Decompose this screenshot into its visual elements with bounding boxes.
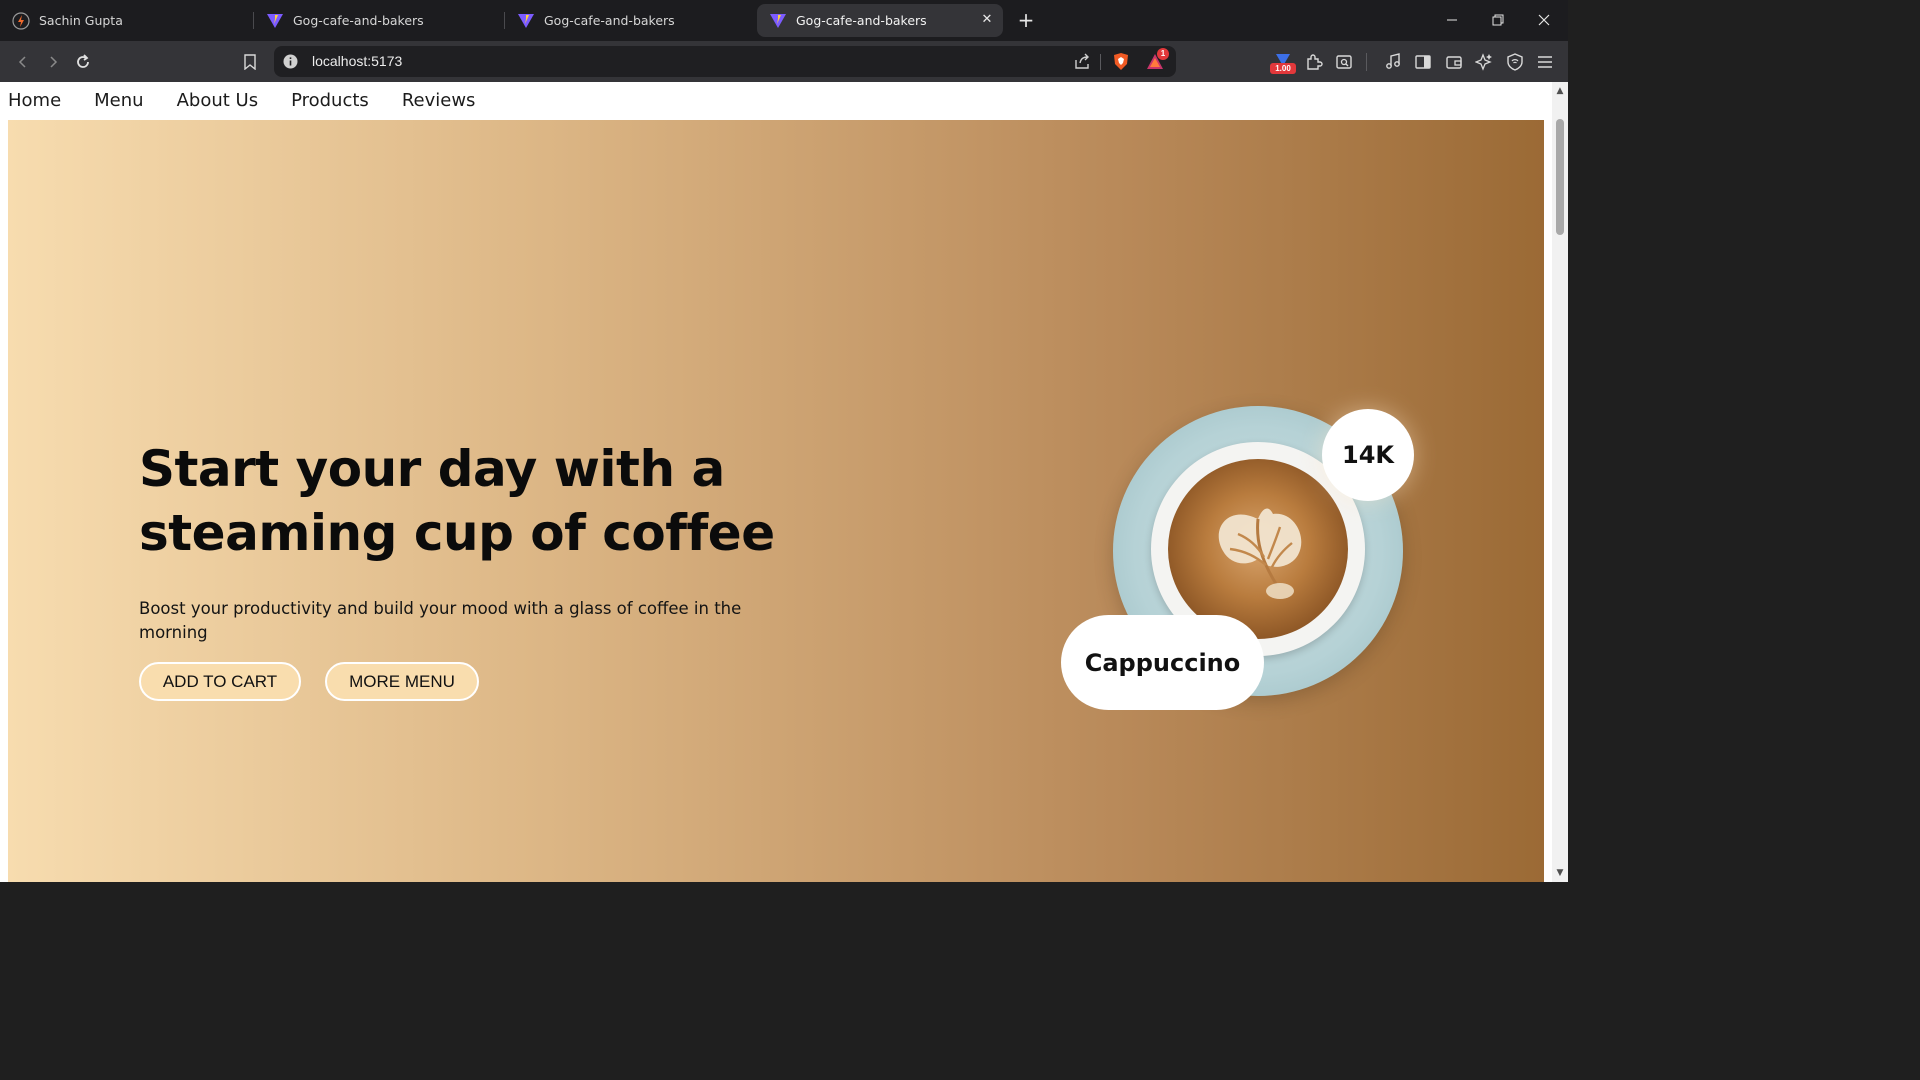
site-info-icon[interactable] (283, 54, 298, 73)
close-tab-icon[interactable]: ✕ (979, 12, 995, 28)
brave-rewards-icon[interactable]: 1 (1146, 48, 1169, 74)
headline-line-1: Start your day with a (139, 440, 725, 498)
tab-strip: Sachin Gupta Gog-cafe-and-bakers Gog-caf… (0, 0, 1568, 41)
close-window-button[interactable] (1521, 0, 1567, 40)
restore-button[interactable] (1475, 0, 1521, 40)
tab-gog-cafe-active[interactable]: Gog-cafe-and-bakers ✕ (757, 4, 1003, 37)
minimize-button[interactable] (1429, 0, 1475, 40)
tab-gog-cafe-1[interactable]: Gog-cafe-and-bakers (254, 4, 504, 37)
leo-ai-icon[interactable] (1471, 49, 1497, 75)
vite-icon (769, 12, 787, 30)
latte-leaf-icon (1218, 508, 1302, 599)
headline-line-2: steaming cup of coffee (139, 504, 775, 562)
hero-headline: Start your day with a steaming cup of co… (139, 437, 839, 565)
share-icon[interactable] (1074, 53, 1091, 74)
tab-title: Gog-cafe-and-bakers (544, 13, 675, 28)
nav-reviews[interactable]: Reviews (402, 92, 476, 110)
vite-icon (517, 12, 535, 30)
wallet-badge: 1.00 (1270, 63, 1296, 74)
url-text: localhost:5173 (312, 53, 403, 69)
nav-menu[interactable]: Menu (94, 92, 143, 110)
page-viewport: Home Menu About Us Products Reviews Star… (0, 82, 1552, 882)
vpn-icon[interactable] (1502, 49, 1528, 75)
browser-toolbar: localhost:5173 1 1.00 (0, 41, 1568, 82)
music-icon[interactable] (1380, 49, 1406, 75)
nav-products[interactable]: Products (291, 92, 369, 110)
toolbar-divider (1366, 53, 1367, 71)
tab-title: Sachin Gupta (39, 13, 123, 28)
tab-title: Gog-cafe-and-bakers (293, 13, 424, 28)
scroll-down-arrow[interactable]: ▼ (1555, 868, 1565, 878)
extensions-icon[interactable] (1301, 49, 1327, 75)
wallet-icon[interactable] (1441, 49, 1467, 75)
bolt-icon (12, 11, 30, 30)
latte-art (1168, 459, 1348, 639)
add-to-cart-button[interactable]: ADD TO CART (139, 662, 301, 701)
reload-button[interactable] (70, 49, 96, 75)
sidebar-icon[interactable] (1410, 49, 1436, 75)
divider (1100, 54, 1101, 70)
wallet-balance-icon[interactable]: 1.00 (1270, 49, 1296, 75)
bookmark-icon[interactable] (237, 49, 263, 75)
new-tab-button[interactable]: + (1015, 9, 1037, 31)
address-bar[interactable]: localhost:5173 1 (274, 46, 1176, 77)
page-scrollbar[interactable]: ▲ ▼ (1552, 82, 1568, 882)
reader-mode-icon[interactable] (1331, 49, 1357, 75)
scroll-up-arrow[interactable]: ▲ (1555, 86, 1565, 96)
tab-gog-cafe-2[interactable]: Gog-cafe-and-bakers (505, 4, 755, 37)
hero-section: Start your day with a steaming cup of co… (8, 120, 1544, 882)
popularity-badge: 14K (1322, 409, 1414, 501)
nav-home[interactable]: Home (8, 92, 61, 110)
vite-icon (266, 12, 284, 30)
hero-subtitle: Boost your productivity and build your m… (139, 599, 742, 642)
tab-title: Gog-cafe-and-bakers (796, 13, 927, 28)
back-button[interactable] (10, 49, 36, 75)
menu-icon[interactable] (1532, 49, 1558, 75)
nav-about-us[interactable]: About Us (177, 92, 259, 110)
scrollbar-thumb[interactable] (1556, 119, 1564, 235)
rewards-badge: 1 (1157, 48, 1169, 60)
brave-shields-icon[interactable] (1112, 52, 1130, 75)
product-name-badge: Cappuccino (1061, 615, 1264, 710)
more-menu-button[interactable]: MORE MENU (325, 662, 479, 701)
site-nav: Home Menu About Us Products Reviews (8, 82, 508, 120)
tab-sachin-gupta[interactable]: Sachin Gupta (0, 4, 252, 37)
forward-button[interactable] (40, 49, 66, 75)
